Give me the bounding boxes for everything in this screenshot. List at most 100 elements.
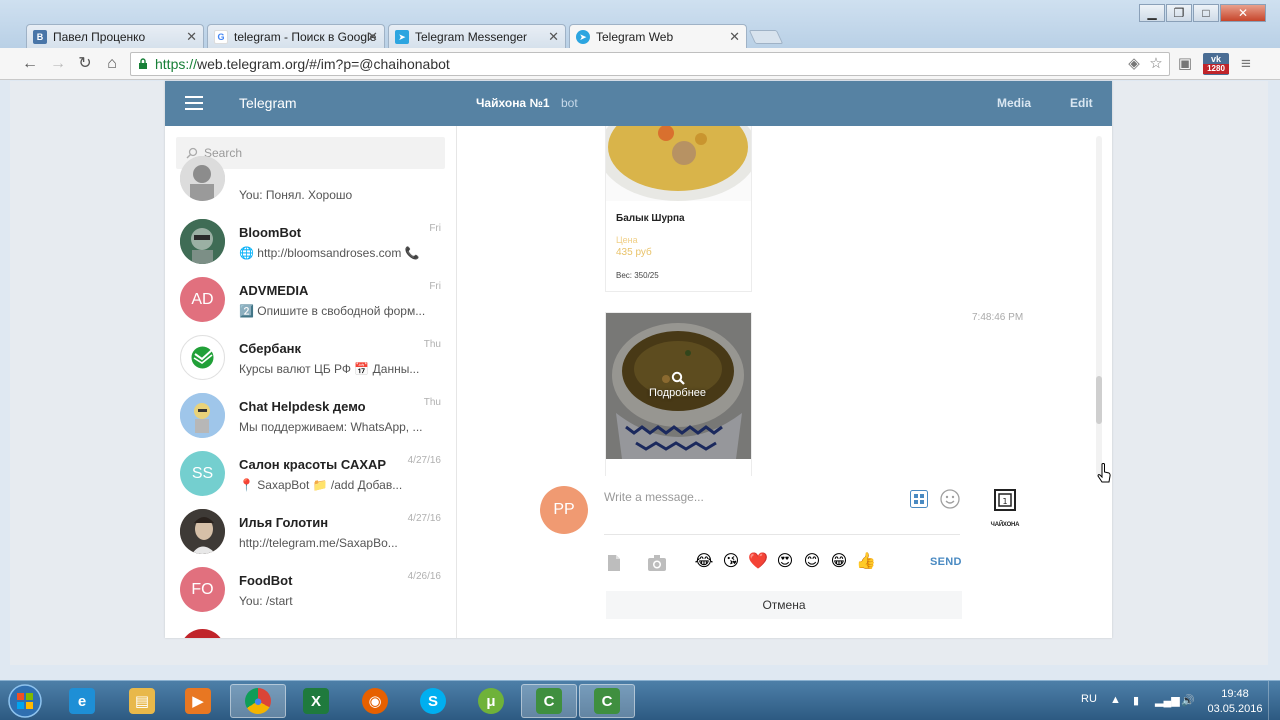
dialog-item[interactable] xyxy=(165,624,456,638)
telegram-icon: ➤ xyxy=(576,30,590,44)
tab-vk-profile[interactable]: В Павел Проценко ✕ xyxy=(26,24,204,48)
dialog-last-message: http://telegram.me/SaxapBo... xyxy=(239,536,398,550)
url-path: web.telegram.org/#/im?p=@chaihonabot xyxy=(197,56,450,72)
dialog-item[interactable]: Chat Helpdesk демо Мы поддерживаем: What… xyxy=(165,388,456,446)
peer-name[interactable]: Чайхона №1 xyxy=(476,96,550,110)
cancel-button[interactable]: Отмена xyxy=(606,591,962,619)
volume-icon[interactable]: 🔊 xyxy=(1181,694,1195,707)
dialog-date: 4/27/16 xyxy=(407,513,441,524)
search-input[interactable] xyxy=(204,143,434,163)
taskbar-camtasia[interactable]: C xyxy=(521,684,577,718)
new-tab-button[interactable] xyxy=(748,30,784,44)
back-arrow-icon[interactable]: ← xyxy=(20,54,40,74)
address-bar[interactable]: https://web.telegram.org/#/im?p=@chaihon… xyxy=(130,52,1170,76)
language-indicator[interactable]: RU xyxy=(1081,693,1097,705)
taskbar-excel[interactable]: X xyxy=(288,684,344,718)
bot-keyboard-icon[interactable] xyxy=(910,490,928,508)
google-icon: G xyxy=(214,30,228,44)
home-icon[interactable]: ⌂ xyxy=(102,54,122,74)
food-photo[interactable] xyxy=(606,126,751,201)
bot-logo-label: ЧАЙХОНА xyxy=(990,522,1020,528)
network-icon[interactable]: ▂▄▆ xyxy=(1155,694,1180,707)
extension-puzzle-icon[interactable]: ▣ xyxy=(1175,54,1195,74)
tab-telegram-web[interactable]: ➤ Telegram Web ✕ xyxy=(569,24,747,49)
vk-extension-label: vk xyxy=(1210,54,1221,64)
emoji-icon[interactable] xyxy=(940,489,960,509)
attach-file-icon[interactable] xyxy=(606,555,622,571)
clock[interactable]: 19:48 03.05.2016 xyxy=(1206,687,1264,717)
battery-icon[interactable]: ▮ xyxy=(1133,694,1139,707)
tab-google-search[interactable]: G telegram - Поиск в Google ✕ xyxy=(207,24,385,48)
dialog-item[interactable]: BloomBot 🌐 http://bloomsandroses.com 📞 F… xyxy=(165,214,456,272)
product-card[interactable]: Балык Шурпа Цена 435 руб Вес: 350/25 xyxy=(605,126,752,292)
scrollbar-thumb[interactable] xyxy=(1096,376,1102,424)
emoji-thumbs-up[interactable]: 👍 xyxy=(856,552,876,572)
close-icon[interactable]: ✕ xyxy=(729,29,740,45)
dialog-date: 4/26/16 xyxy=(407,571,441,582)
close-icon[interactable]: ✕ xyxy=(548,29,559,45)
taskbar-camtasia-2[interactable]: C xyxy=(579,684,635,718)
message-input[interactable] xyxy=(604,486,904,508)
close-icon[interactable]: ✕ xyxy=(367,29,378,45)
avatar: FO xyxy=(180,567,225,612)
firefox-icon: ◉ xyxy=(362,688,388,714)
emoji-joy[interactable]: 😂 xyxy=(694,552,714,572)
attach-photo-icon[interactable] xyxy=(648,555,666,571)
more-details-overlay[interactable]: Подробнее xyxy=(605,312,750,458)
dialog-item[interactable]: Сбербанк Курсы валют ЦБ РФ 📅 Данны... Th… xyxy=(165,330,456,388)
emoji-kiss[interactable]: 😘 xyxy=(721,552,741,572)
reload-icon[interactable]: ↻ xyxy=(75,54,95,74)
taskbar-explorer[interactable]: ▤ xyxy=(114,684,170,718)
bookmark-star-icon[interactable]: ☆ xyxy=(1146,54,1166,74)
dialog-last-message: 2️⃣ Опишите в свободной форм... xyxy=(239,304,426,318)
peer-status: bot xyxy=(561,96,578,110)
dialog-item[interactable]: SS Салон красоты САХАР 📍 SaxapBot 📁 /add… xyxy=(165,446,456,504)
edit-button[interactable]: Edit xyxy=(1070,96,1093,110)
extension-diamond-icon[interactable]: ◈ xyxy=(1124,54,1144,74)
window-close-button[interactable]: ✕ xyxy=(1220,4,1266,22)
hand-cursor-icon xyxy=(1097,463,1111,483)
restore-button[interactable]: ❐ xyxy=(1166,4,1192,22)
dialog-item[interactable]: AD ADVMEDIA 2️⃣ Опишите в свободной форм… xyxy=(165,272,456,330)
media-button[interactable]: Media xyxy=(997,96,1031,110)
maximize-button[interactable]: □ xyxy=(1193,4,1219,22)
taskbar-utorrent[interactable]: μ xyxy=(463,684,519,718)
dialog-name: FoodBot xyxy=(239,573,293,588)
product-price: 435 руб xyxy=(616,247,652,258)
quick-emoji-bar: 😂 😘 ❤️ 😍 😊 😁 👍 xyxy=(694,552,876,572)
browser-toolbar: ← → ↻ ⌂ https://web.telegram.org/#/im?p=… xyxy=(0,48,1280,80)
minimize-button[interactable]: ▁ xyxy=(1139,4,1165,22)
browser-menu-icon[interactable]: ≡ xyxy=(1236,54,1256,74)
message-history[interactable]: Балык Шурпа Цена 435 руб Вес: 350/25 7:4… xyxy=(458,126,1112,476)
taskbar-chrome[interactable]: ● xyxy=(230,684,286,718)
show-desktop-button[interactable] xyxy=(1268,681,1280,720)
taskbar-firefox[interactable]: ◉ xyxy=(347,684,403,718)
forward-arrow-icon[interactable]: → xyxy=(48,54,68,74)
emoji-grin[interactable]: 😁 xyxy=(829,552,849,572)
start-button[interactable] xyxy=(4,681,46,720)
vk-extension-icon[interactable]: vk 1280 xyxy=(1203,53,1229,75)
emoji-heart-eyes[interactable]: 😍 xyxy=(775,552,795,572)
tray-arrow-icon[interactable]: ▲ xyxy=(1110,694,1121,706)
dialog-item[interactable]: Илья Голотин http://telegram.me/SaxapBo.… xyxy=(165,504,456,562)
taskbar-ie[interactable]: e xyxy=(54,684,110,718)
scrollbar-track[interactable] xyxy=(1096,136,1102,476)
message-time: 7:48:46 PM xyxy=(972,312,1024,323)
tab-title: Telegram Web xyxy=(596,30,674,44)
bot-logo-icon[interactable]: 1 ЧАЙХОНА xyxy=(988,489,1022,528)
camtasia-icon: C xyxy=(594,688,620,714)
dialog-date: Fri xyxy=(429,281,441,292)
hamburger-menu-icon[interactable] xyxy=(185,96,203,110)
dialog-item[interactable]: FO FoodBot You: /start 4/26/16 xyxy=(165,562,456,620)
emoji-heart[interactable]: ❤️ xyxy=(748,552,768,572)
close-icon[interactable]: ✕ xyxy=(186,29,197,45)
send-button[interactable]: SEND xyxy=(930,556,962,568)
taskbar-skype[interactable]: S xyxy=(405,684,461,718)
avatar xyxy=(180,509,225,554)
dialog-last-message: You: Понял. Хорошо xyxy=(239,188,353,202)
vk-extension-count: 1280 xyxy=(1203,64,1229,74)
tab-telegram-messenger[interactable]: ➤ Telegram Messenger ✕ xyxy=(388,24,566,48)
emoji-blush[interactable]: 😊 xyxy=(802,552,822,572)
my-avatar[interactable]: PP xyxy=(540,486,588,534)
taskbar-media-player[interactable]: ▶ xyxy=(170,684,226,718)
